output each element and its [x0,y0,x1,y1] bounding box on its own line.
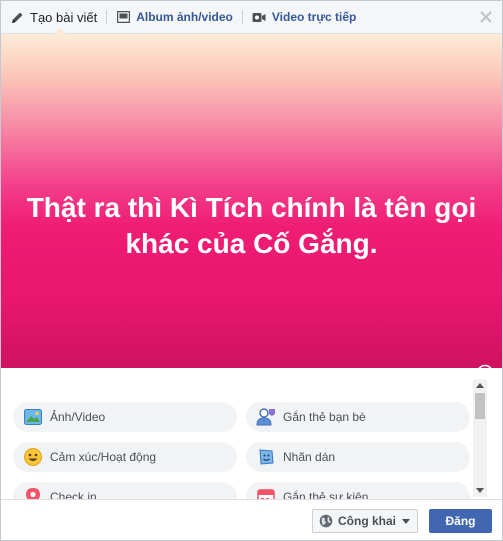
tab-create-post[interactable]: Tạo bài viết [1,1,106,35]
sticker-icon [256,447,276,467]
action-tag-friends[interactable]: Gắn thẻ bạn bè [246,402,470,432]
scroll-down-arrow[interactable] [476,488,484,493]
tab-photo-album[interactable]: Album ảnh/video [107,1,242,34]
live-video-icon [252,10,266,24]
event-icon [256,487,276,499]
scroll-up-arrow[interactable] [476,383,484,388]
action-tag-event-label: Gắn thẻ sự kiện [283,490,369,499]
action-feeling-activity-label: Cảm xúc/Hoạt động [50,450,157,464]
actions-scrollbar[interactable] [473,379,487,497]
close-icon[interactable] [479,10,493,24]
action-tag-friends-label: Gắn thẻ bạn bè [283,410,366,424]
action-sticker-label: Nhãn dán [283,450,336,464]
tab-create-post-label: Tạo bài viết [30,9,98,25]
photo-icon [23,407,43,427]
create-post-dialog: Tạo bài viết Album ảnh/video Video trực … [0,0,503,541]
tag-friends-icon [256,407,276,427]
action-check-in-label: Check in [50,490,97,499]
chevron-down-icon [402,518,411,524]
post-button[interactable]: Đăng [429,509,492,533]
globe-icon [319,514,333,528]
privacy-selector[interactable]: Công khai [312,509,418,533]
action-photo-video-label: Ảnh/Video [50,410,106,424]
composer-footer: Công khai Đăng [1,499,502,540]
smiley-icon [23,447,43,467]
pencil-icon [10,10,24,24]
composer-background[interactable]: Thật ra thì Kì Tích chính là tên gọi khá… [1,34,502,405]
action-tag-event[interactable]: Gắn thẻ sự kiện [246,482,470,499]
action-sticker[interactable]: Nhãn dán [246,442,470,472]
post-actions: Ảnh/Video Gắn thẻ bạn bè Cảm xúc/Hoạt độ… [1,369,502,499]
photo-album-icon [116,10,130,24]
privacy-label: Công khai [338,514,397,528]
scrollbar-thumb[interactable] [475,393,485,419]
action-feeling-activity[interactable]: Cảm xúc/Hoạt động [13,442,237,472]
action-photo-video[interactable]: Ảnh/Video [13,402,237,432]
tab-photo-album-label: Album ảnh/video [136,10,233,24]
composer-tabs: Tạo bài viết Album ảnh/video Video trực … [1,1,502,35]
action-check-in[interactable]: Check in [13,482,237,499]
post-text[interactable]: Thật ra thì Kì Tích chính là tên gọi khá… [11,190,492,262]
tab-live-video-label: Video trực tiếp [271,10,357,24]
location-pin-icon [23,487,43,499]
tab-live-video[interactable]: Video trực tiếp [243,1,366,34]
